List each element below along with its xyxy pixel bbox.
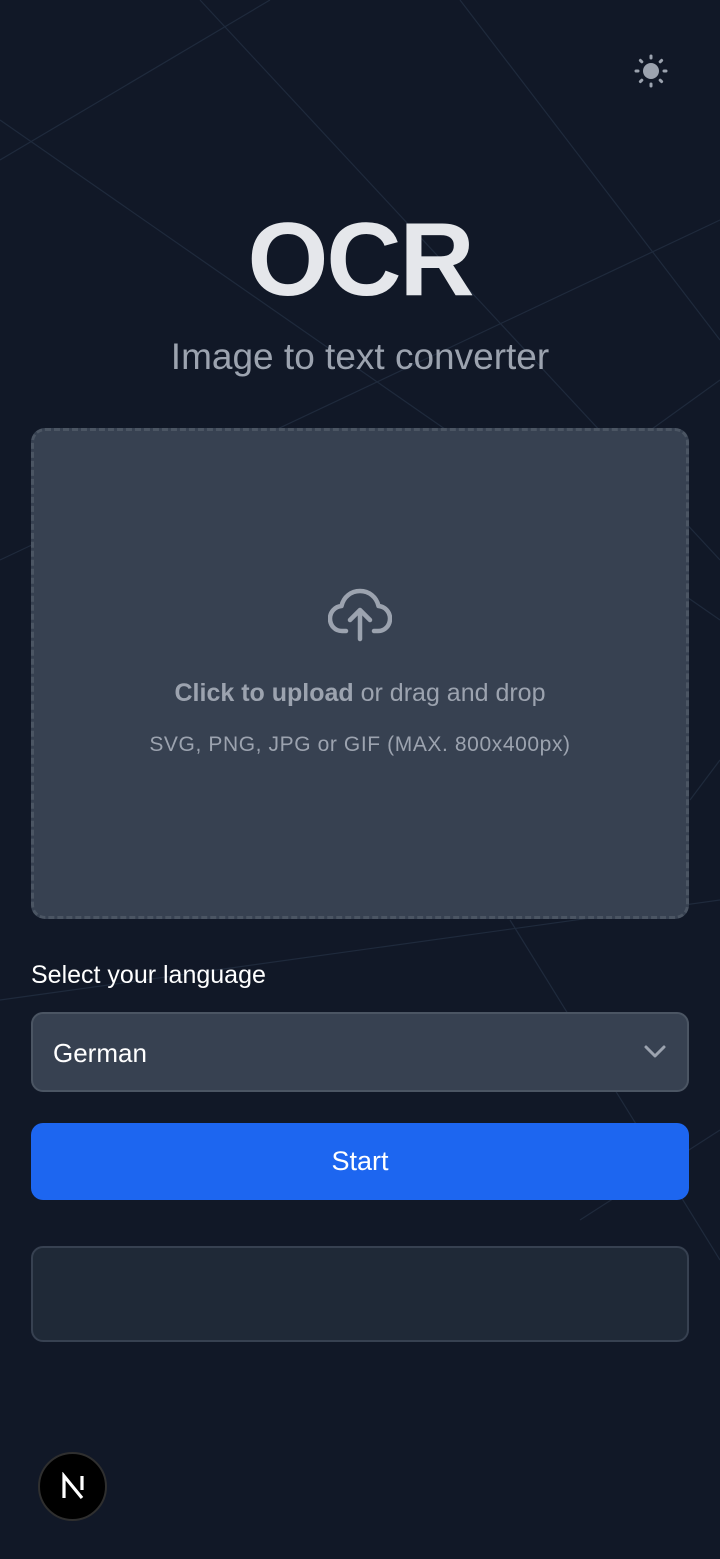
drag-drop-text: or drag and drop [353, 679, 546, 707]
upload-instructions: Click to upload or drag and drop [34, 677, 686, 709]
start-button[interactable]: Start [31, 1123, 689, 1200]
upload-dropzone[interactable]: Click to upload or drag and drop SVG, PN… [31, 428, 689, 919]
chevron-down-icon [644, 1045, 666, 1058]
language-label: Select your language [31, 961, 266, 989]
language-selected-value: German [53, 1038, 147, 1068]
language-select[interactable]: German [31, 1012, 689, 1092]
nextjs-logo-icon [61, 1471, 84, 1499]
upload-file-hint: SVG, PNG, JPG or GIF (MAX. 800x400px) [149, 733, 571, 756]
theme-toggle-button[interactable] [630, 50, 672, 92]
page-subtitle: Image to text converter [170, 336, 550, 377]
cloud-upload-icon [328, 588, 392, 642]
click-to-upload-link[interactable]: Click to upload [175, 679, 354, 707]
page-title: OCR [247, 202, 474, 318]
ocr-output-box[interactable] [31, 1246, 689, 1342]
sun-icon [634, 54, 668, 88]
nextjs-badge-button[interactable] [38, 1452, 107, 1521]
ocr-page: OCR Image to text converter Click to upl… [0, 0, 720, 1559]
